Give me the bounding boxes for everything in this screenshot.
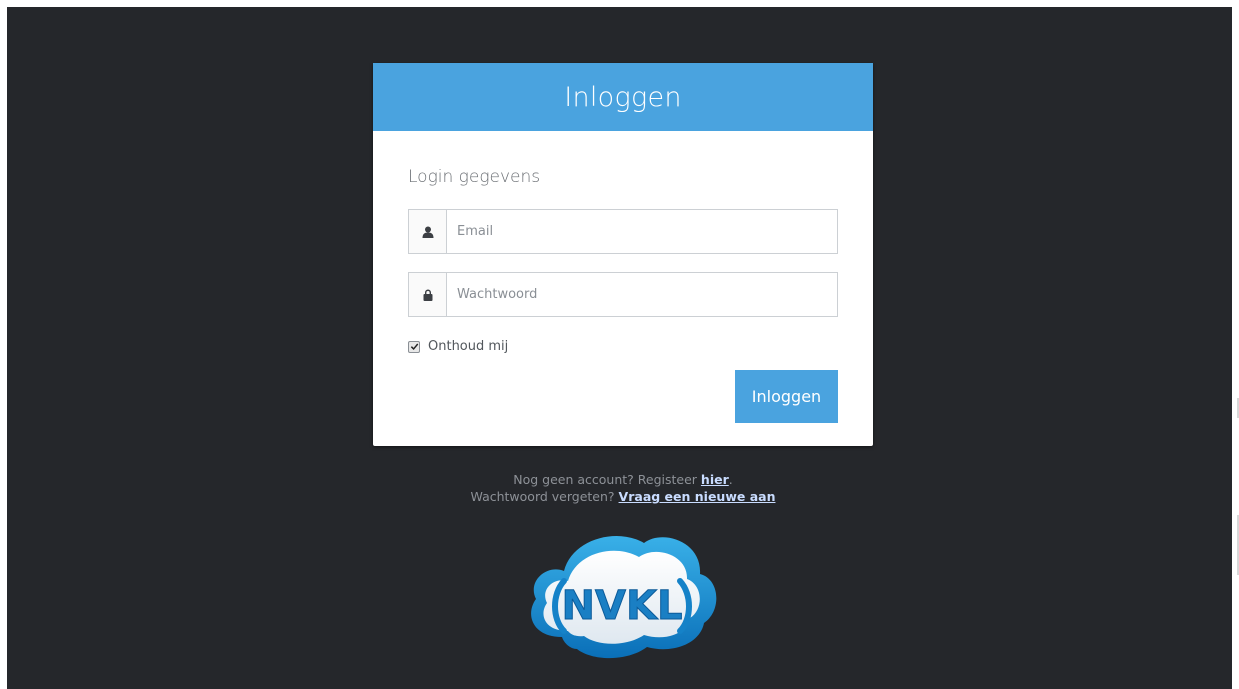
checkmark-icon (410, 343, 418, 350)
forgot-line: Wachtwoord vergeten? Vraag een nieuwe aa… (373, 488, 873, 505)
remember-me[interactable]: Onthoud mij (408, 339, 508, 354)
remember-checkbox[interactable] (408, 340, 420, 353)
password-input-group (408, 272, 838, 317)
email-field[interactable] (447, 210, 837, 253)
section-title: Login gegevens (408, 167, 541, 187)
forgot-password-link[interactable]: Vraag een nieuwe aan (619, 489, 776, 504)
user-icon (409, 210, 447, 253)
password-field[interactable] (447, 273, 837, 316)
login-panel: Inloggen Login gegevens Onthoud mij Inlo… (373, 63, 873, 446)
email-input-group (408, 209, 838, 254)
remember-label: Onthoud mij (428, 339, 509, 354)
account-links: Nog geen account? Registeer hier. Wachtw… (373, 471, 873, 505)
nvkl-logo: NVKL (531, 535, 717, 659)
login-button[interactable]: Inloggen (735, 370, 838, 423)
panel-header: Inloggen (373, 63, 873, 131)
panel-title: Inloggen (564, 81, 682, 113)
lock-icon (409, 273, 447, 316)
register-link[interactable]: hier (701, 472, 729, 487)
page-background: Inloggen Login gegevens Onthoud mij Inlo… (7, 7, 1232, 689)
register-line: Nog geen account? Registeer hier. (373, 471, 873, 488)
register-suffix: . (728, 472, 733, 487)
forgot-text: Wachtwoord vergeten? (470, 489, 619, 504)
register-text: Nog geen account? Registeer (513, 472, 701, 487)
logo-wordmark: NVKL (562, 583, 683, 629)
